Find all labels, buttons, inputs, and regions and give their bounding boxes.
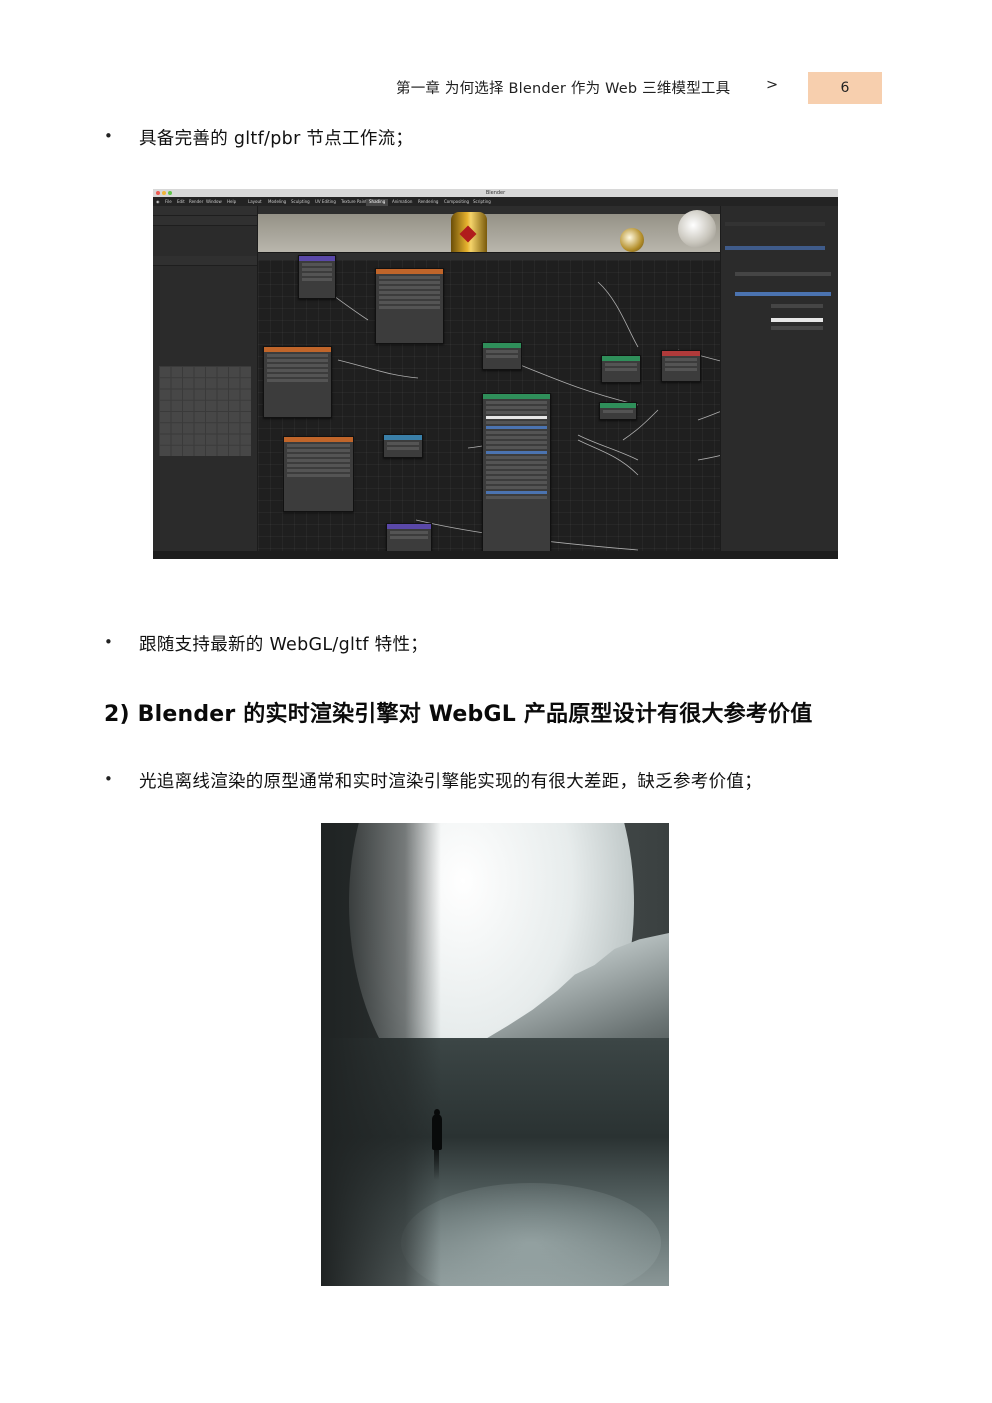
outliner-row — [725, 228, 825, 232]
shader-node-editor — [258, 255, 720, 553]
hdri-preview-sphere — [678, 210, 716, 248]
use-nodes-button — [735, 292, 831, 296]
next-arrow[interactable]: > — [766, 77, 778, 93]
node-emission — [482, 342, 522, 370]
bullet-marker: • — [104, 127, 113, 145]
node-image-texture-3 — [283, 436, 354, 512]
workspace-tab-animation: Animation — [392, 199, 413, 204]
node-separate-rgb — [383, 434, 423, 458]
workspace-tab-layout: Layout — [248, 199, 262, 204]
node-principled-bsdf — [482, 393, 551, 553]
surreal-render-image — [321, 823, 669, 1286]
bullet-marker: • — [104, 770, 113, 788]
bottle-model — [451, 212, 487, 252]
workspace-tab-scripting: Scripting — [473, 199, 491, 204]
left-editor-panel — [153, 206, 258, 551]
menu-window: Window — [206, 199, 222, 204]
outliner-row — [725, 222, 825, 226]
window-title: Blender — [485, 190, 506, 196]
workspace-tab-modeling: Modeling — [268, 199, 287, 204]
bullet-text-raytracing-gap: 光追离线渲染的原型通常和实时渲染引擎能实现的有很大差距，缺乏参考价值； — [139, 772, 762, 792]
bullet-text-webgl-features: 跟随支持最新的 WebGL/gltf 特性； — [139, 635, 429, 655]
outliner-properties-panel — [720, 206, 838, 551]
blender-statusbar — [153, 551, 838, 559]
node-gltf-settings — [599, 402, 637, 420]
strength-field — [771, 326, 823, 330]
workspace-tab-rendering: Rendering — [418, 199, 439, 204]
image-editor-header — [153, 256, 257, 266]
left-toolbar — [153, 206, 257, 216]
viewport-header — [258, 206, 720, 214]
blender-logo-icon: ◉ — [156, 199, 160, 204]
workspace-tab-uv-editing: UV Editing — [315, 199, 336, 204]
window-titlebar: Blender — [153, 189, 838, 197]
blender-menubar: ◉ File Edit Render Window Help Layout Mo… — [153, 197, 838, 206]
node-normal-map — [386, 523, 432, 553]
node-image-texture-2 — [263, 346, 332, 418]
menu-help: Help — [227, 199, 237, 204]
node-mapping — [298, 255, 336, 299]
gold-sphere-model — [620, 228, 644, 252]
world-selector — [735, 272, 831, 276]
menu-edit: Edit — [177, 199, 185, 204]
blender-screenshot: Blender ◉ File Edit Render Window Help L… — [153, 189, 838, 559]
node-material-output — [661, 350, 701, 382]
page-number: 6 — [840, 80, 850, 96]
chapter-title: 第一章 为何选择 Blender 作为 Web 三维模型工具 — [396, 81, 731, 97]
standing-figure — [432, 1114, 442, 1150]
section-heading: 2) Blender 的实时渲染引擎对 WebGL 产品原型设计有很大参考价值 — [104, 702, 813, 727]
outliner-row — [725, 234, 825, 238]
menu-file: File — [165, 199, 172, 204]
uv-grid-preview — [159, 366, 251, 456]
bullet-marker: • — [104, 633, 113, 651]
workspace-tab-compositing: Compositing — [444, 199, 470, 204]
menu-render: Render — [189, 199, 204, 204]
figure-reflection — [434, 1150, 439, 1180]
workspace-tab-sculpting: Sculpting — [291, 199, 310, 204]
outliner-row-selected — [725, 246, 825, 250]
material-preview-viewport — [258, 206, 720, 252]
node-add-shader — [601, 355, 641, 383]
page-number-badge: 6 — [808, 72, 882, 104]
workspace-tab-shading: Shading — [366, 199, 389, 206]
color-field — [771, 318, 823, 322]
surface-field — [771, 304, 823, 308]
node-image-texture-1 — [375, 268, 444, 344]
left-path-bar — [153, 216, 257, 226]
bullet-text-gltf-workflow: 具备完善的 gltf/pbr 节点工作流； — [139, 129, 414, 149]
outliner-row — [725, 240, 825, 244]
